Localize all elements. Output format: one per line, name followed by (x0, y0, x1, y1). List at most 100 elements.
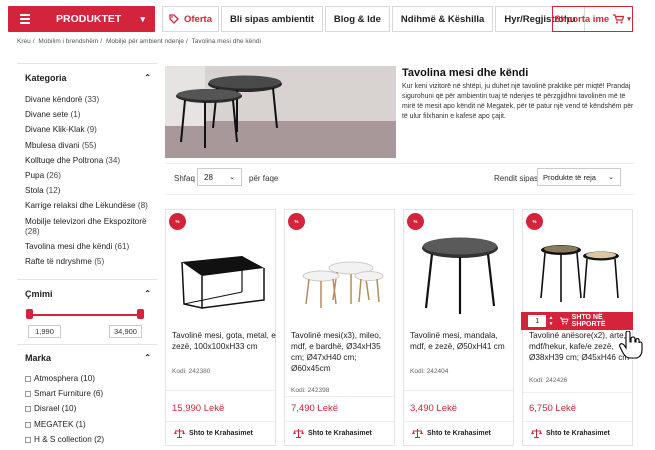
divider (165, 163, 635, 164)
cart-icon (560, 317, 569, 325)
product-name[interactable]: Tavolinë mesi, gota, metal, e zezë, 100x… (172, 330, 276, 352)
compare-button[interactable]: Shto te Krahasimet (412, 429, 491, 438)
price-slider-max-handle[interactable] (137, 309, 144, 319)
price-max-input[interactable]: 34,900 (109, 325, 142, 338)
divider (17, 344, 157, 345)
product-card[interactable]: % Tavolinë mesi(x3), mileo, mdf, e bardh… (284, 209, 395, 446)
product-price: 7,490 Lekë (291, 403, 339, 414)
product-code: Kodi: 242426 (529, 377, 568, 384)
hand-cursor-icon (619, 331, 643, 359)
sort-select[interactable]: Produkte të reja ⌄ (537, 168, 621, 186)
brand-filter-item[interactable]: Atmosphera (10) (25, 374, 104, 384)
nav-item-oferta[interactable]: Oferta (162, 6, 219, 32)
breadcrumb: Kreu / Mobilim i brendshëm / Mobilje për a… (17, 38, 261, 45)
product-price: 3,490 Lekë (410, 403, 458, 414)
price-header[interactable]: Çmimi ⌃ (25, 289, 151, 299)
breadcrumb-current: Tavolina mesi dhe këndi (191, 38, 261, 45)
divider (523, 421, 632, 422)
breadcrumb-item[interactable]: Kreu (17, 38, 31, 45)
brand-header[interactable]: Marka ⌃ (25, 353, 151, 363)
product-image[interactable] (410, 226, 508, 316)
hamburger-icon (20, 12, 30, 26)
product-name[interactable]: Tavolinë anësore(x2), arte, mdf/hekur, k… (529, 330, 633, 363)
product-image[interactable] (172, 226, 270, 316)
produktet-menu-button[interactable]: PRODUKTET ▾ (8, 6, 155, 32)
product-name[interactable]: Tavolinë mesi, mandala, mdf, e zezë, Ø50… (410, 330, 514, 352)
per-page-label: për faqe (249, 174, 279, 183)
compare-button[interactable]: Shto te Krahasimet (293, 429, 372, 438)
product-code: Kodi: 242380 (172, 368, 211, 375)
main-nav: Oferta Bli sipas ambientit Blog & Ide Nd… (162, 6, 587, 32)
category-item[interactable]: Stola (12) (25, 186, 155, 197)
compare-button[interactable]: Shto te Krahasimet (531, 429, 610, 438)
product-image[interactable] (291, 226, 389, 316)
checkbox[interactable] (25, 391, 31, 398)
category-header[interactable]: Kategoria ⌃ (25, 73, 151, 83)
divider (17, 63, 157, 64)
chevron-down-icon: ⌄ (229, 174, 235, 181)
product-code: Kodi: 242404 (410, 368, 449, 375)
divider (285, 421, 394, 422)
chevron-down-icon: ▾ (140, 13, 145, 24)
category-item[interactable]: Divane këndorë (33) (25, 95, 155, 106)
divider (404, 421, 513, 422)
compare-button[interactable]: Shto te Krahasimet (174, 429, 253, 438)
quantity-stepper[interactable]: ▲ ▼ (548, 315, 553, 327)
divider (166, 390, 275, 391)
category-item[interactable]: Mbulesa divani (55) (25, 141, 155, 152)
divider (165, 194, 635, 195)
divider (166, 421, 275, 422)
category-item[interactable]: Mobilje televizori dhe Ekspozitorë (28) (25, 217, 155, 238)
product-price: 6,750 Lekë (529, 403, 577, 414)
category-item[interactable]: Divane sete (1) (25, 110, 155, 121)
category-item[interactable]: Karrige relaksi dhe Lëkundëse (8) (25, 201, 155, 212)
divider (17, 279, 157, 280)
price-slider-track[interactable] (29, 314, 141, 316)
nav-item-ambient[interactable]: Bli sipas ambientit (220, 6, 323, 32)
nav-item-ndihme[interactable]: Ndihmë & Këshilla (391, 6, 494, 32)
checkbox[interactable] (25, 436, 31, 443)
produktet-label: PRODUKTET (56, 13, 122, 25)
tag-icon (169, 14, 179, 24)
product-card[interactable]: % Tavolinë mesi, gota, metal, e zezë, 10… (165, 209, 276, 446)
chevron-up-icon: ⌃ (144, 353, 151, 362)
add-to-cart-button[interactable]: SHTO NË SHPORTË (560, 314, 633, 328)
product-name[interactable]: Tavolinë mesi(x3), mileo, mdf, e bardhë,… (291, 330, 395, 374)
brand-filter-item[interactable]: H & S collection (2) (25, 435, 104, 445)
hero-image (165, 66, 396, 158)
brand-filter-item[interactable]: Smart Furniture (6) (25, 389, 104, 399)
brand-filter-item[interactable]: MEGATEK (1) (25, 420, 104, 430)
category-item-active[interactable]: Tavolina mesi dhe këndi (61) (25, 242, 155, 253)
category-item[interactable]: Kolltuqe dhe Poltrona (34) (25, 156, 155, 167)
chevron-down-icon: ▾ (627, 16, 631, 23)
add-to-cart-bar: 1 ▲ ▼ SHTO NË SHPORTË (521, 312, 633, 330)
brand-filter-item[interactable]: Disrael (10) (25, 404, 104, 414)
quantity-input[interactable]: 1 (528, 315, 547, 327)
breadcrumb-item[interactable]: Mobilim i brendshëm (38, 38, 98, 45)
divider (285, 396, 394, 397)
checkbox[interactable] (25, 406, 31, 413)
product-card[interactable]: % Tavolinë mesi, mandala, mdf, e zezë, Ø… (403, 209, 514, 446)
checkbox[interactable] (25, 421, 31, 428)
chevron-up-icon: ⌃ (144, 73, 151, 82)
cart-icon (613, 14, 625, 24)
chevron-up-icon: ⌃ (144, 289, 151, 298)
category-item[interactable]: Pupa (26) (25, 171, 155, 182)
chevron-down-icon: ⌄ (608, 174, 614, 181)
divider (404, 390, 513, 391)
product-image[interactable] (529, 226, 627, 316)
cart-button[interactable]: Shporta ime ▾ (552, 6, 633, 32)
divider (523, 392, 632, 393)
breadcrumb-item[interactable]: Mobilje për ambient ndenje (106, 38, 184, 45)
category-item[interactable]: Rafte të ndryshme (5) (25, 257, 155, 268)
brand-list: Atmosphera (10) Smart Furniture (6) Disr… (25, 374, 104, 450)
price-slider-min-handle[interactable] (26, 309, 33, 319)
per-page-select[interactable]: 28 ⌄ (197, 168, 242, 186)
nav-item-blog[interactable]: Blog & Ide (324, 6, 390, 32)
category-description: Kur keni vizitorë në shtëpi, ju duhet nj… (402, 83, 634, 121)
product-price: 15,990 Lekë (172, 403, 225, 414)
price-min-input[interactable]: 1,990 (28, 325, 61, 338)
category-item[interactable]: Divane Klik-Klak (9) (25, 125, 155, 136)
checkbox[interactable] (25, 376, 31, 382)
product-code: Kodi: 242398 (291, 387, 330, 394)
